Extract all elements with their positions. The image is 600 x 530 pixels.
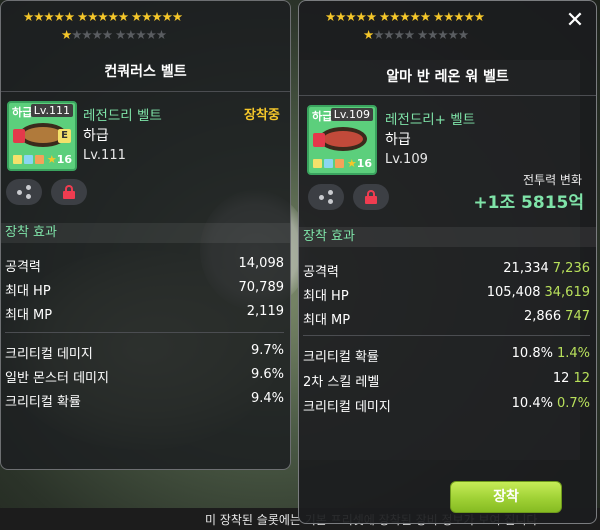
item-icon-level: Lv.111 <box>30 104 73 117</box>
lock-button[interactable] <box>353 184 389 210</box>
equipped-label: 장착중 <box>244 108 280 123</box>
lock-icon <box>63 185 75 199</box>
item-grade: 하급 <box>385 132 411 148</box>
equip-button[interactable]: 장착 <box>450 481 562 513</box>
section-equip-effect: 장착 효과 <box>1 223 290 243</box>
stat-row: 2차 스킬 레벨 12 12 <box>303 371 590 390</box>
item-rarity-name: 레전드리 벨트 <box>83 108 162 124</box>
item-icon-level: Lv.109 <box>330 108 373 121</box>
lock-icon <box>365 190 377 204</box>
item-icon-grade: 하급 <box>312 110 333 123</box>
star-force-row-2: ★★★★★ ★★★★★ <box>363 27 469 42</box>
close-icon: ✕ <box>565 8 585 33</box>
stat-row: 최대 MP 2,866 747 <box>303 309 590 328</box>
stat-row: 공격력 14,098 <box>5 256 284 275</box>
star-force-row-2: ★★★★★ ★★★★★ <box>61 27 167 42</box>
section-equip-effect: 장착 효과 <box>299 227 596 247</box>
item-icon: 하급 Lv.109 ★16 <box>307 105 377 175</box>
power-change-value: +1조 5815억 <box>473 193 584 213</box>
stat-row: 최대 MP 2,119 <box>5 304 284 323</box>
item-icon-star-count: ★16 <box>346 157 372 170</box>
share-icon <box>319 190 333 204</box>
stat-row: 크리티컬 확률 10.8% 1.4% <box>303 346 590 365</box>
equip-mark-icon: E <box>58 129 71 143</box>
item-icon-grade: 하급 <box>12 106 33 119</box>
divider <box>1 91 290 92</box>
star-force-row-1: ★★★★★ ★★★★★ ★★★★★ <box>325 9 485 24</box>
lock-icon <box>313 133 325 147</box>
equipped-item-tooltip: ★★★★★ ★★★★★ ★★★★★ ★★★★★ ★★★★★ 컨쿼러스 벨트 하급… <box>0 0 291 470</box>
divider <box>303 335 590 336</box>
item-level: Lv.111 <box>83 148 126 163</box>
stat-row: 크리티컬 데미지 9.7% <box>5 343 284 362</box>
stat-row: 최대 HP 105,408 34,619 <box>303 285 590 304</box>
share-icon <box>17 185 31 199</box>
star-force-row-1: ★★★★★ ★★★★★ ★★★★★ <box>23 9 183 24</box>
lock-icon <box>13 129 25 143</box>
share-button[interactable] <box>308 184 344 210</box>
share-button[interactable] <box>6 179 42 205</box>
divider <box>299 95 596 96</box>
stat-row: 크리티컬 확률 9.4% <box>5 391 284 410</box>
stat-row: 최대 HP 70,789 <box>5 280 284 299</box>
stat-row: 크리티컬 데미지 10.4% 0.7% <box>303 396 590 415</box>
lock-button[interactable] <box>51 179 87 205</box>
belt-icon <box>319 127 367 151</box>
item-title: 알마 반 레온 워 벨트 <box>386 69 509 85</box>
item-title: 컨쿼러스 벨트 <box>104 64 187 80</box>
item-icon-star-count: ★16 <box>46 153 72 166</box>
item-grade: 하급 <box>83 128 109 144</box>
item-rarity-name: 레전드리+ 벨트 <box>385 112 476 128</box>
stat-row: 공격력 21,334 7,236 <box>303 261 590 280</box>
item-icon: 하급 Lv.111 E ★16 <box>7 101 77 171</box>
close-button[interactable]: ✕ <box>564 8 586 33</box>
power-change-label: 전투력 변화 <box>522 173 582 187</box>
item-level: Lv.109 <box>385 152 428 167</box>
option-squares <box>13 155 44 164</box>
stat-row: 일반 몬스터 데미지 9.6% <box>5 367 284 386</box>
divider <box>5 332 284 333</box>
option-squares <box>313 159 344 168</box>
compare-item-tooltip: ★★★★★ ★★★★★ ★★★★★ ★★★★★ ★★★★★ ✕ 알마 반 레온 … <box>298 0 597 524</box>
